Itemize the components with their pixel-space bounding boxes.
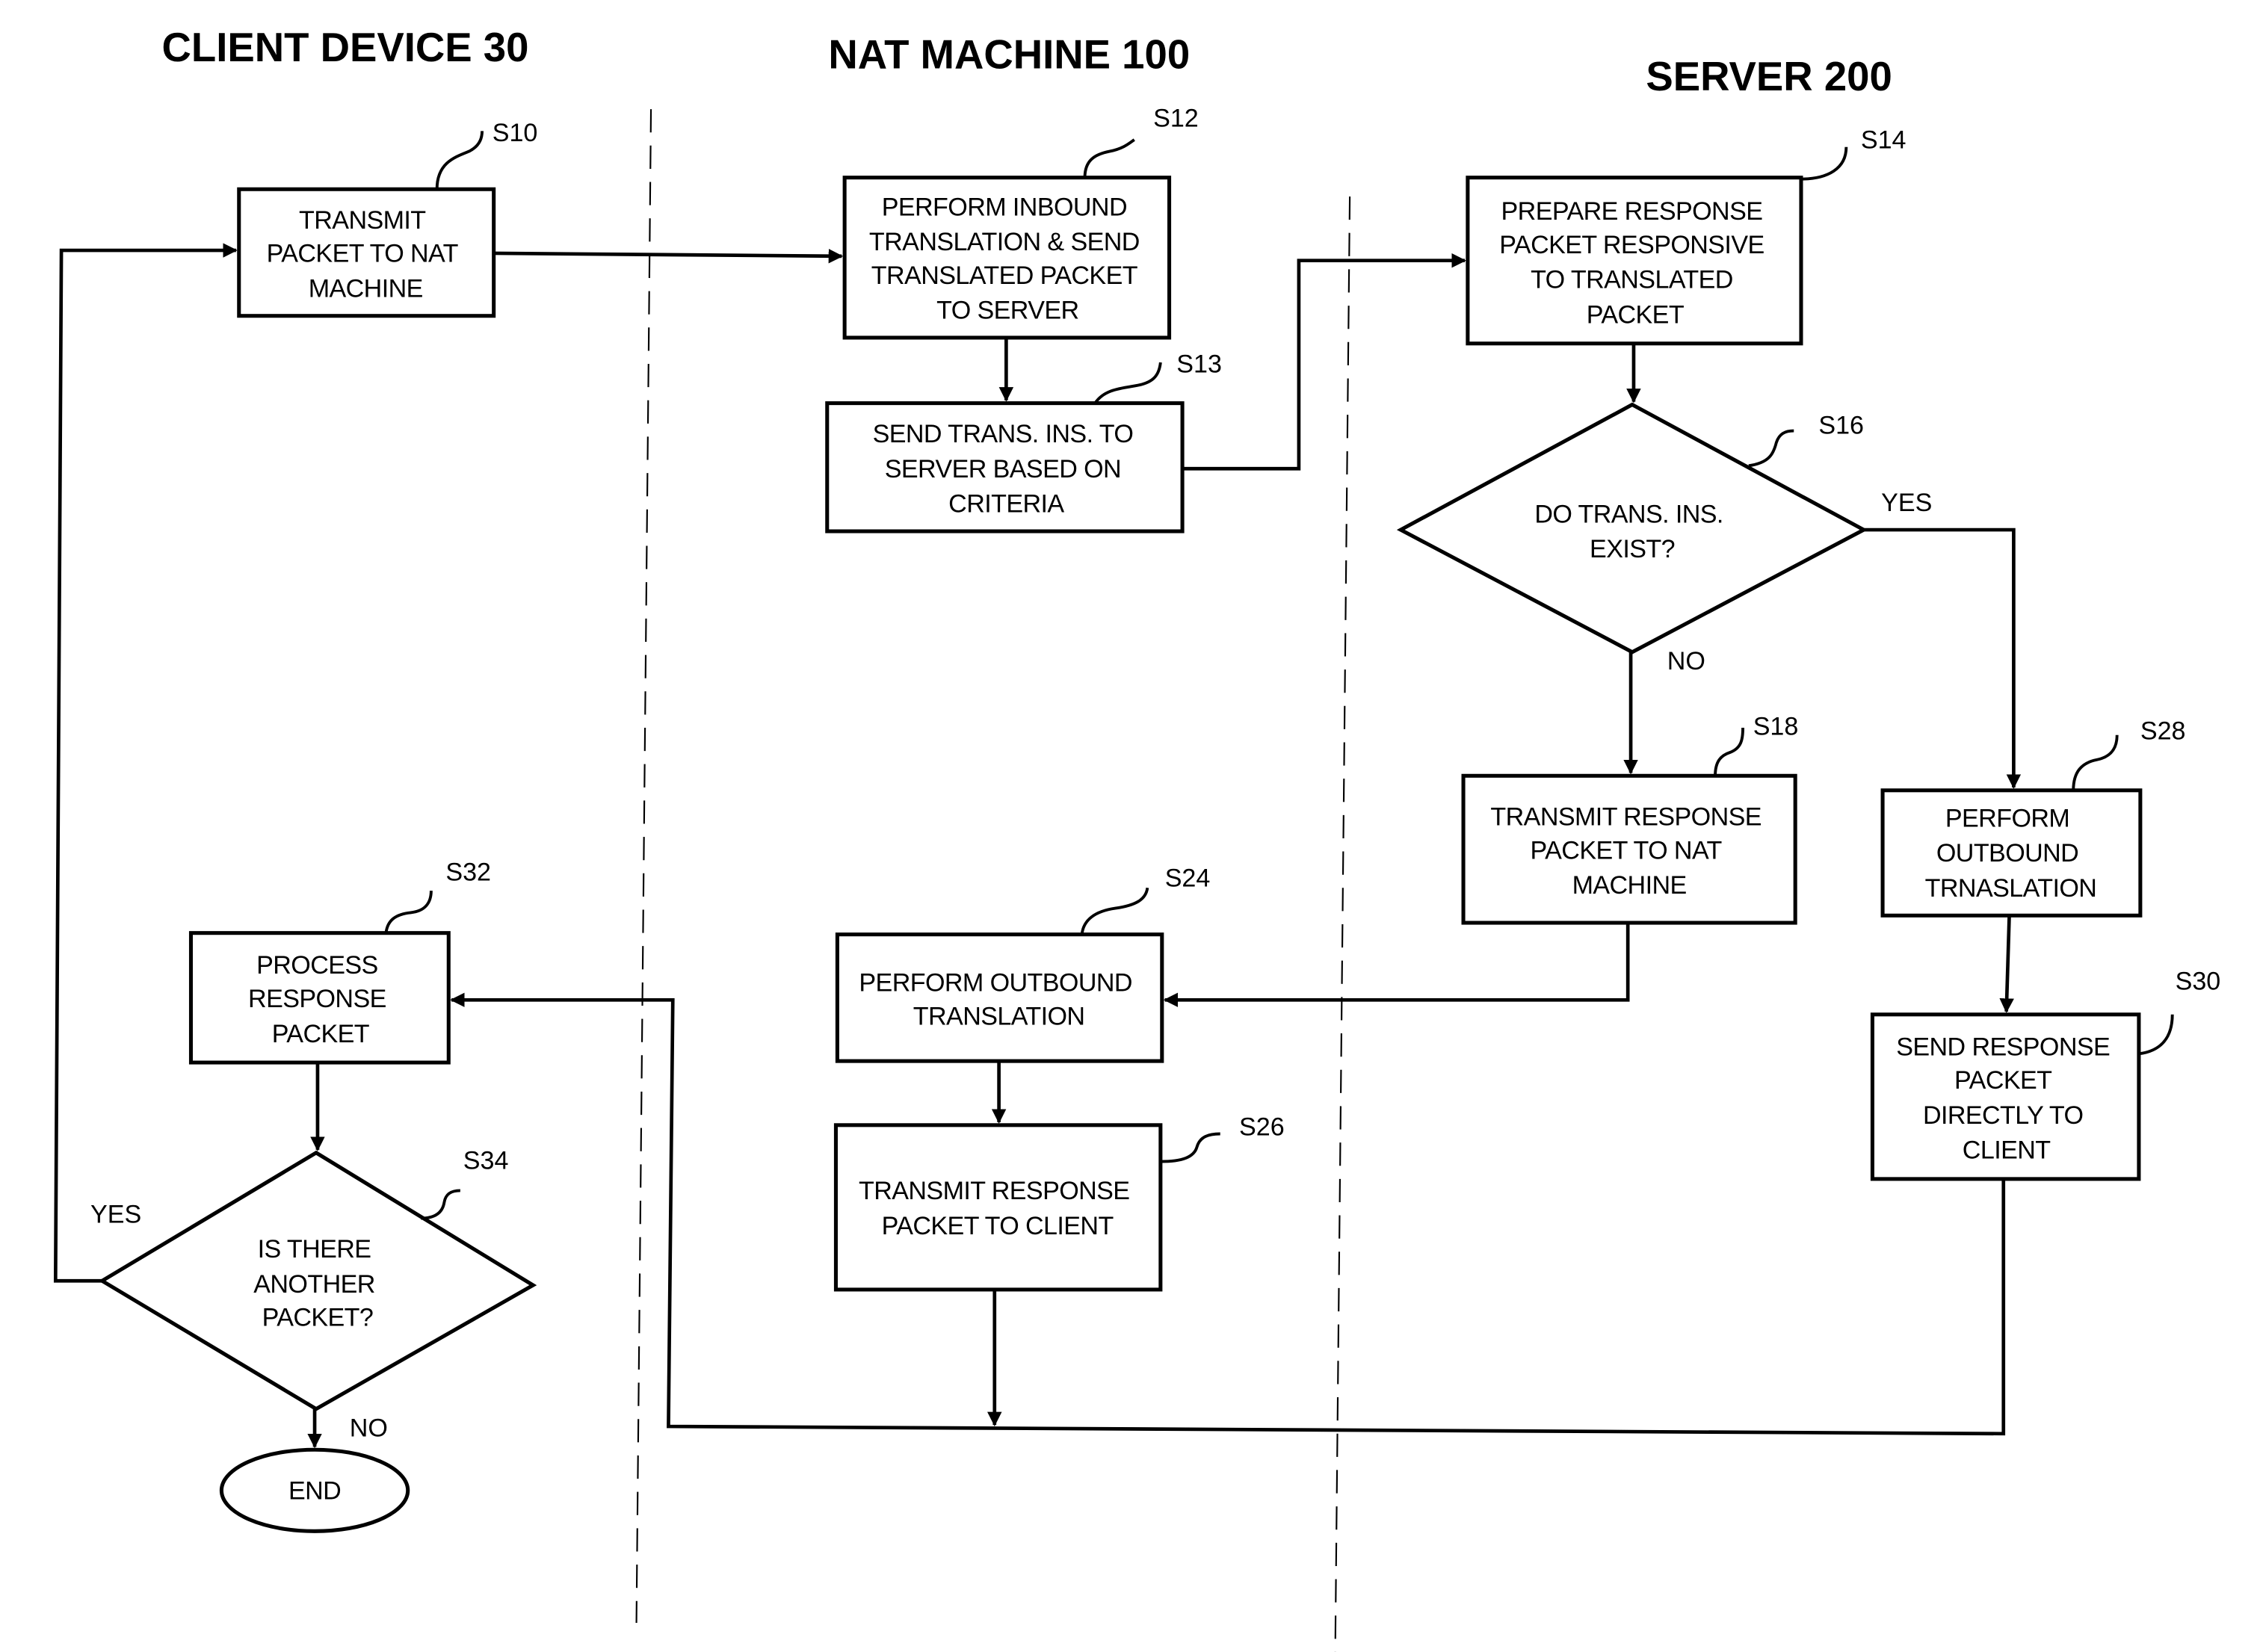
arrow-s30-to-s32 [450, 992, 2006, 1436]
step-s10: TRANSMIT PACKET TO NAT MACHINE S10 [237, 119, 538, 318]
arrow-s16-yes-to-s28 [1863, 528, 2022, 789]
step-s13: SEND TRANS. INS. TO SERVER BASED ON CRIT… [825, 350, 1222, 533]
process-box-s24 [835, 932, 1164, 1063]
arrow-s28-to-s30 [1999, 915, 2014, 1013]
lane-title-nat: NAT MACHINE 100 [828, 32, 1190, 78]
step-s12: PERFORM INBOUND TRANSLATION & SEND TRANS… [842, 104, 1199, 340]
end-label: END [288, 1476, 341, 1505]
ref-label-s16: S16 [1818, 412, 1864, 440]
lane-divider-client-nat [635, 109, 652, 1624]
leader-s10 [435, 131, 484, 190]
ref-label-s30: S30 [2176, 968, 2221, 996]
leader-s26 [1160, 1132, 1220, 1163]
leader-s24 [1080, 887, 1149, 935]
step-s34-text: IS THERE ANOTHER PACKET? [253, 1235, 381, 1332]
ref-label-s13: S13 [1176, 350, 1222, 379]
step-s28-text: PERFORM OUTBOUND TRNASLATION [1925, 804, 2097, 903]
step-s30: SEND RESPONSE PACKET DIRECTLY TO CLIENT … [1870, 968, 2221, 1181]
branch-label-s34-yes: YES [90, 1200, 141, 1228]
step-s26: TRANSMIT RESPONSE PACKET TO CLIENT S26 [833, 1113, 1285, 1292]
branch-label-s16-no: NO [1667, 647, 1705, 675]
step-s34: IS THERE ANOTHER PACKET? S34 YES NO [90, 1146, 537, 1443]
ref-label-s10: S10 [493, 119, 538, 147]
ref-label-s34: S34 [463, 1146, 509, 1175]
ref-label-s24: S24 [1165, 864, 1211, 892]
leader-s34 [421, 1189, 460, 1220]
ref-label-s32: S32 [445, 859, 491, 887]
ref-label-s14: S14 [1861, 126, 1906, 155]
lane-divider-nat-server [1334, 196, 1351, 1652]
arrow-s34-yes-to-s10 [53, 243, 238, 1283]
step-s28: PERFORM OUTBOUND TRNASLATION S28 [1880, 717, 2186, 918]
step-s14: PREPARE RESPONSE PACKET RESPONSIVE TO TR… [1466, 126, 1906, 346]
leader-s14 [1800, 146, 1848, 181]
leader-s12 [1083, 138, 1135, 178]
flowchart: CLIENT DEVICE 30 NAT MACHINE 100 SERVER … [53, 25, 2221, 1652]
arrow-s10-to-s12 [493, 248, 844, 264]
leader-s18 [1714, 728, 1745, 776]
leader-s32 [384, 891, 433, 933]
terminator-end: END [219, 1447, 410, 1533]
leader-s13 [1093, 362, 1162, 404]
branch-label-s34-no: NO [350, 1414, 388, 1443]
step-s16: DO TRANS. INS. EXIST? S16 YES NO [1396, 402, 1932, 675]
lane-title-client: CLIENT DEVICE 30 [162, 25, 529, 70]
branch-label-s16-yes: YES [1881, 489, 1932, 517]
lane-title-server: SERVER 200 [1646, 54, 1892, 99]
arrow-s13-to-s14 [1182, 253, 1466, 471]
ref-label-s26: S26 [1239, 1113, 1285, 1141]
leader-s16 [1748, 429, 1794, 468]
step-s24: PERFORM OUTBOUND TRANSLATION S24 [835, 864, 1211, 1063]
ref-label-s12: S12 [1153, 104, 1199, 132]
leader-s28 [2072, 734, 2119, 791]
leader-s30 [2138, 1014, 2174, 1056]
arrow-s18-to-s24 [1163, 923, 1630, 1008]
process-box-s26 [833, 1123, 1163, 1292]
ref-label-s28: S28 [2140, 717, 2186, 746]
ref-label-s18: S18 [1753, 713, 1799, 741]
step-s32: PROCESS RESPONSE PACKET S32 [188, 859, 491, 1065]
